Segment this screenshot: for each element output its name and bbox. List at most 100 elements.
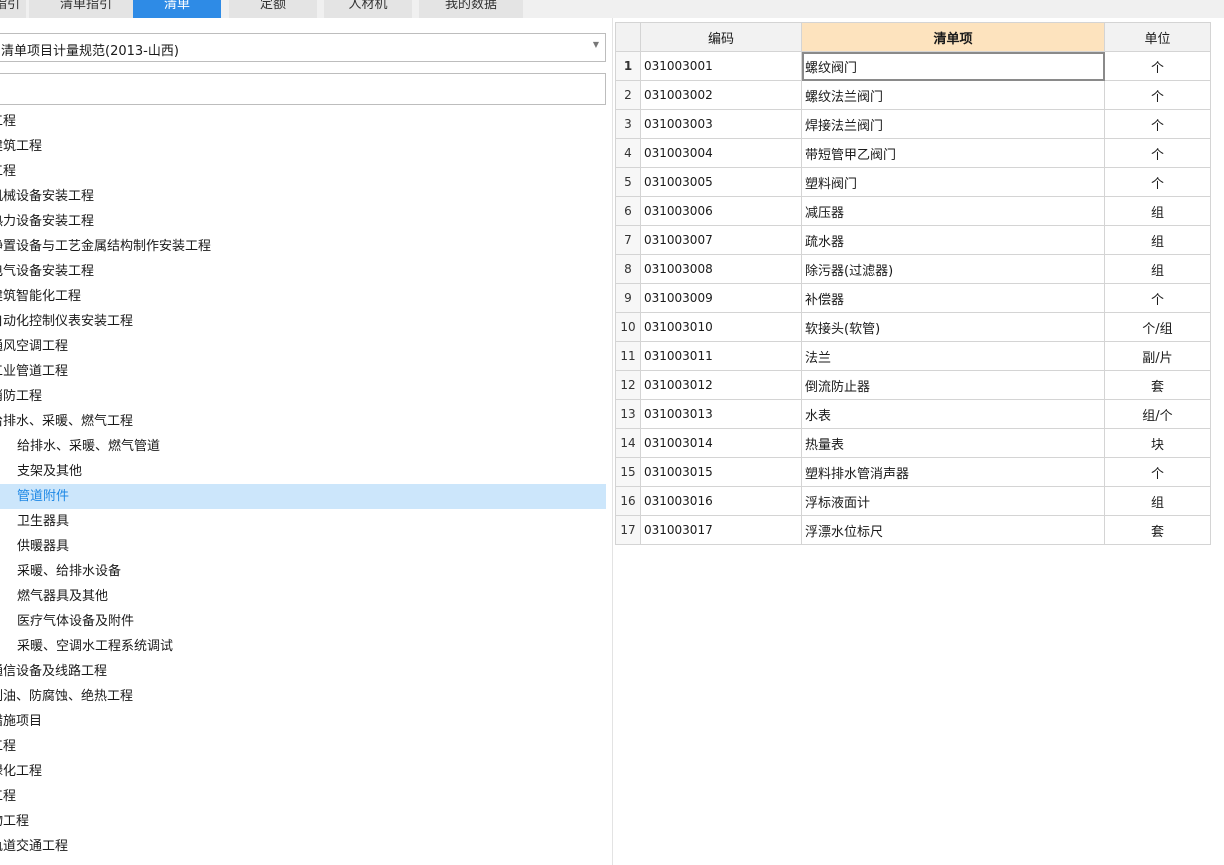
tree-item[interactable]: 采暖、空调水工程系统调试 [0,634,606,659]
tree-item[interactable]: 卫生器具 [0,509,606,534]
name-cell[interactable]: 软接头(软管) [801,312,1105,342]
unit-cell[interactable]: 个 [1104,283,1211,313]
code-cell[interactable]: 031003013 [640,399,802,429]
chevron-down-icon[interactable]: ▼ [593,40,599,49]
unit-cell[interactable]: 个 [1104,51,1211,81]
tree-item[interactable]: 给排水、采暖、燃气工程 [0,409,606,434]
unit-cell[interactable]: 个 [1104,457,1211,487]
name-cell[interactable]: 除污器(过滤器) [801,254,1105,284]
name-cell[interactable]: 倒流防止器 [801,370,1105,400]
unit-cell[interactable]: 套 [1104,515,1211,545]
table-row[interactable]: 16 031003016 浮标液面计组 [615,486,1211,516]
tree-item[interactable]: 工程 [0,159,606,184]
table-row[interactable]: 7 031003007 疏水器组 [615,225,1211,255]
tree-item[interactable]: 工业管道工程 [0,359,606,384]
table-row[interactable]: 3 031003003 焊接法兰阀门个 [615,109,1211,139]
row-number[interactable]: 9 [615,283,641,313]
code-cell[interactable]: 031003016 [640,486,802,516]
tree-item[interactable]: 消防工程 [0,384,606,409]
unit-cell[interactable]: 个/组 [1104,312,1211,342]
unit-cell[interactable]: 个 [1104,109,1211,139]
code-cell[interactable]: 031003017 [640,515,802,545]
tab-quota[interactable]: 定额 [229,0,317,18]
code-cell[interactable]: 031003014 [640,428,802,458]
tree-item[interactable]: 工程 [0,784,606,809]
tree-item[interactable]: 建筑智能化工程 [0,284,606,309]
name-cell[interactable]: 塑料排水管消声器 [801,457,1105,487]
unit-cell[interactable]: 组 [1104,254,1211,284]
code-cell[interactable]: 031003005 [640,167,802,197]
tab-list[interactable]: 清单 [133,0,221,18]
unit-cell[interactable]: 组/个 [1104,399,1211,429]
code-cell[interactable]: 031003003 [640,109,802,139]
tab-list-guide[interactable]: 清单指引 [29,0,143,18]
row-number[interactable]: 6 [615,196,641,226]
table-row[interactable]: 5 031003005 塑料阀门个 [615,167,1211,197]
unit-cell[interactable]: 套 [1104,370,1211,400]
name-cell[interactable]: 螺纹阀门 [801,51,1105,81]
name-cell[interactable]: 热量表 [801,428,1105,458]
row-number[interactable]: 2 [615,80,641,110]
tree-item[interactable]: 工程 [0,734,606,759]
code-cell[interactable]: 031003008 [640,254,802,284]
code-cell[interactable]: 031003009 [640,283,802,313]
unit-cell[interactable]: 个 [1104,80,1211,110]
tree-item[interactable]: 供暖器具 [0,534,606,559]
tree-item[interactable]: 自动化控制仪表安装工程 [0,309,606,334]
unit-cell[interactable]: 副/片 [1104,341,1211,371]
name-cell[interactable]: 浮漂水位标尺 [801,515,1105,545]
tree-item[interactable]: 给排水、采暖、燃气管道 [0,434,606,459]
row-number[interactable]: 14 [615,428,641,458]
tree-item[interactable]: 管道附件 [0,484,606,509]
row-number[interactable]: 10 [615,312,641,342]
tab-labor-material-machine[interactable]: 人材机 [324,0,412,18]
table-row[interactable]: 11 031003011 法兰 副/片 [615,341,1211,371]
table-row[interactable]: 13 031003013 水表 组/个 [615,399,1211,429]
unit-cell[interactable]: 个 [1104,138,1211,168]
table-row[interactable]: 8 031003008 除污器(过滤器) 组 [615,254,1211,284]
unit-cell[interactable]: 组 [1104,486,1211,516]
tree-item[interactable]: 静置设备与工艺金属结构制作安装工程 [0,234,606,259]
tab-guide[interactable]: 指引 [0,0,26,18]
name-cell[interactable]: 带短管甲乙阀门 [801,138,1105,168]
tree-item[interactable]: 医疗气体设备及附件 [0,609,606,634]
row-number[interactable]: 5 [615,167,641,197]
name-cell[interactable]: 疏水器 [801,225,1105,255]
row-number[interactable]: 11 [615,341,641,371]
search-input[interactable] [0,73,606,105]
code-cell[interactable]: 031003010 [640,312,802,342]
tree-item[interactable]: 建筑工程 [0,134,606,159]
row-number[interactable]: 13 [615,399,641,429]
code-cell[interactable]: 031003004 [640,138,802,168]
table-row[interactable]: 2 031003002 螺纹法兰阀门个 [615,80,1211,110]
table-row[interactable]: 10 031003010 软接头(软管) 个/组 [615,312,1211,342]
row-number[interactable]: 3 [615,109,641,139]
table-row[interactable]: 14 031003014 热量表块 [615,428,1211,458]
row-number[interactable]: 16 [615,486,641,516]
code-cell[interactable]: 031003007 [640,225,802,255]
code-cell[interactable]: 031003001 [640,51,802,81]
table-row[interactable]: 15 031003015 塑料排水管消声器个 [615,457,1211,487]
row-number[interactable]: 12 [615,370,641,400]
tree-item[interactable]: 刷油、防腐蚀、绝热工程 [0,684,606,709]
tree-item[interactable]: 工程 [0,109,606,134]
name-column-header[interactable]: 清单项 [801,22,1105,52]
tree-item[interactable]: 通风空调工程 [0,334,606,359]
row-number[interactable]: 15 [615,457,641,487]
row-number[interactable]: 7 [615,225,641,255]
tree-item[interactable]: 绿化工程 [0,759,606,784]
panel-divider[interactable] [612,18,613,865]
name-cell[interactable]: 法兰 [801,341,1105,371]
tree-item[interactable]: 通信设备及线路工程 [0,659,606,684]
tree-item[interactable]: 电气设备安装工程 [0,259,606,284]
code-cell[interactable]: 031003012 [640,370,802,400]
table-row[interactable]: 17 031003017 浮漂水位标尺套 [615,515,1211,545]
table-row[interactable]: 6 031003006 减压器组 [615,196,1211,226]
spec-select[interactable]: 清单项目计量规范(2013-山西) ▼ [0,33,606,62]
name-cell[interactable]: 螺纹法兰阀门 [801,80,1105,110]
table-row[interactable]: 9 031003009 补偿器个 [615,283,1211,313]
code-cell[interactable]: 031003015 [640,457,802,487]
tree-item[interactable]: 轨道交通工程 [0,834,606,859]
row-number[interactable]: 1 [615,51,641,81]
table-row[interactable]: 4 031003004 带短管甲乙阀门个 [615,138,1211,168]
